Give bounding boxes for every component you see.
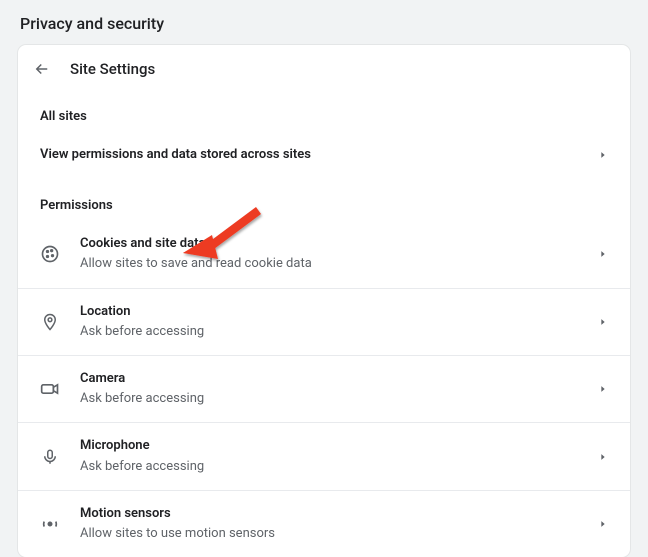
view-permissions-row[interactable]: View permissions and data stored across … xyxy=(18,132,630,178)
permission-row-cookies[interactable]: Cookies and site data Allow sites to sav… xyxy=(18,221,630,287)
section-permissions-label: Permissions xyxy=(18,178,630,221)
permission-subtitle: Ask before accessing xyxy=(80,323,598,341)
location-icon xyxy=(40,312,60,332)
section-all-sites-label: All sites xyxy=(18,93,630,132)
settings-card: Site Settings All sites View permissions… xyxy=(18,45,630,557)
permission-title: Location xyxy=(80,303,598,321)
card-subtitle: Site Settings xyxy=(70,60,155,78)
permission-subtitle: Ask before accessing xyxy=(80,390,598,408)
permission-title: Microphone xyxy=(80,437,598,455)
view-permissions-label: View permissions and data stored across … xyxy=(40,146,598,164)
chevron-right-icon xyxy=(598,384,608,394)
chevron-right-icon xyxy=(598,317,608,327)
arrow-left-icon xyxy=(33,60,51,78)
card-header: Site Settings xyxy=(18,45,630,93)
permission-row-microphone[interactable]: Microphone Ask before accessing xyxy=(18,422,630,489)
back-button[interactable] xyxy=(32,59,52,79)
page-title: Privacy and security xyxy=(0,0,648,45)
permission-title: Cookies and site data xyxy=(80,235,598,253)
permission-row-camera[interactable]: Camera Ask before accessing xyxy=(18,355,630,422)
microphone-icon xyxy=(40,447,60,467)
chevron-right-icon xyxy=(598,150,608,160)
permission-title: Motion sensors xyxy=(80,505,598,523)
permission-row-location[interactable]: Location Ask before accessing xyxy=(18,288,630,355)
permission-subtitle: Ask before accessing xyxy=(80,458,598,476)
chevron-right-icon xyxy=(598,452,608,462)
chevron-right-icon xyxy=(598,249,608,259)
motion-icon xyxy=(40,514,60,534)
permission-row-motion[interactable]: Motion sensors Allow sites to use motion… xyxy=(18,490,630,557)
cookie-icon xyxy=(40,244,60,264)
camera-icon xyxy=(40,379,60,399)
permission-title: Camera xyxy=(80,370,598,388)
permission-subtitle: Allow sites to use motion sensors xyxy=(80,525,598,543)
chevron-right-icon xyxy=(598,519,608,529)
permission-subtitle: Allow sites to save and read cookie data xyxy=(80,255,598,273)
